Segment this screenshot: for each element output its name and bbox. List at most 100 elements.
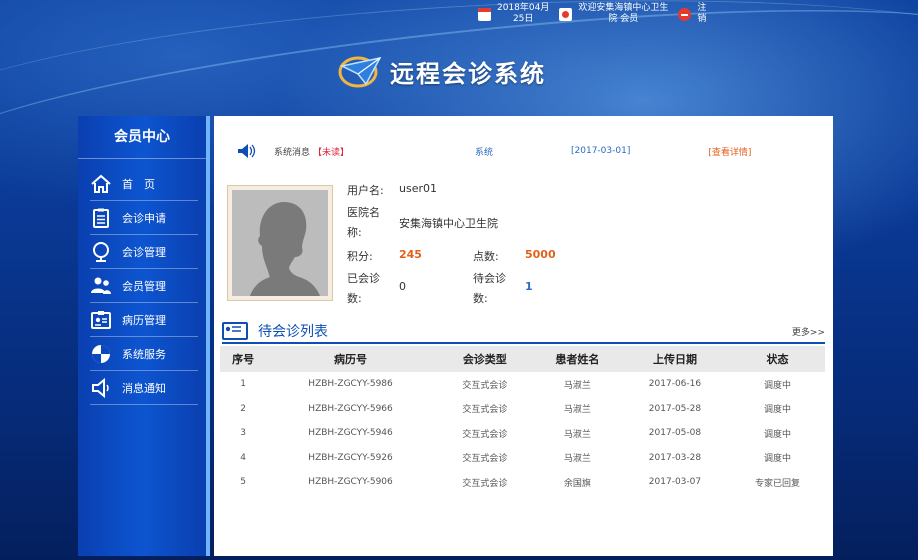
cell-index: 5: [240, 477, 246, 488]
cell-upload-date: 2017-05-08: [648, 428, 702, 439]
cell-consult-type: 交互式会诊: [462, 478, 508, 489]
table-row[interactable]: 3 HZBH-ZGCYY-5946 交互式会诊 马淑兰 2017-05-08 调…: [220, 421, 825, 446]
calendar-icon: [478, 7, 491, 21]
pending-label-2: 数:: [473, 292, 488, 305]
cell-status: 调度中: [763, 380, 791, 391]
cell-index: 1: [240, 379, 246, 390]
cell-upload-date: 2017-05-28: [648, 403, 702, 414]
message-type: 系统: [475, 147, 494, 158]
consulted-value: 0: [399, 280, 406, 293]
globe-icon: [90, 241, 112, 263]
cell-upload-date: 2017-03-28: [648, 452, 702, 463]
sidebar-item-consult-manage[interactable]: 会诊管理: [90, 235, 198, 269]
message-date: [2017-03-01]: [571, 146, 631, 156]
date-line-1: 2018年04月: [497, 3, 550, 13]
credits-value: 5000: [525, 248, 556, 261]
col-header-record-no: 病历号: [266, 346, 435, 372]
cell-upload-date: 2017-03-07: [648, 477, 702, 488]
speaker-icon: [90, 377, 112, 399]
sidebar-item-label: 系统服务: [122, 347, 166, 361]
unread-badge: 【未读】: [313, 147, 350, 158]
main-panel: 系统消息 【未读】 系统 [2017-03-01] [查看详情] 用户名: use…: [214, 116, 833, 556]
sidebar-item-notifications[interactable]: 消息通知: [90, 371, 198, 405]
message-label: 系统消息: [274, 147, 311, 158]
consulted-label-2: 数:: [347, 292, 362, 305]
cell-consult-type: 交互式会诊: [462, 405, 508, 416]
username-label: 用户名:: [347, 184, 384, 197]
users-icon: [90, 275, 112, 297]
logout-button[interactable]: 注 销: [678, 3, 706, 25]
welcome-line-1: 欢迎安集海镇中心卫生: [578, 3, 669, 13]
sidebar-item-label: 病历管理: [122, 313, 166, 327]
sidebar-item-records-manage[interactable]: 病历管理: [90, 303, 198, 337]
user-silhouette-icon: [250, 202, 320, 296]
app-title: 远程会诊系统: [390, 59, 546, 88]
top-bar: 2018年04月 25日 欢迎安集海镇中心卫生 院 会员 注 销: [478, 3, 716, 29]
cell-patient-name: 马淑兰: [563, 429, 591, 440]
sidebar-item-label: 消息通知: [122, 381, 166, 395]
sidebar-item-label: 首 页: [122, 177, 155, 191]
table-row[interactable]: 4 HZBH-ZGCYY-5926 交互式会诊 马淑兰 2017-03-28 调…: [220, 446, 825, 471]
sidebar-item-consult-apply[interactable]: 会诊申请: [90, 201, 198, 235]
points-value: 245: [399, 248, 422, 261]
avatar: [227, 185, 333, 301]
col-header-status: 状态: [729, 346, 825, 372]
hospital-value: 安集海镇中心卫生院: [399, 217, 498, 230]
col-header-consult-type: 会诊类型: [434, 346, 535, 372]
sidebar-item-system-service[interactable]: 系统服务: [90, 337, 198, 371]
cell-upload-date: 2017-06-16: [648, 379, 702, 390]
cell-index: 4: [240, 452, 246, 463]
table-row[interactable]: 5 HZBH-ZGCYY-5906 交互式会诊 余国旗 2017-03-07 专…: [220, 470, 825, 495]
cell-record-no: HZBH-ZGCYY-5926: [308, 452, 393, 463]
welcome-display: 欢迎安集海镇中心卫生 院 会员: [559, 3, 668, 25]
table-row[interactable]: 1 HZBH-ZGCYY-5986 交互式会诊 马淑兰 2017-06-16 调…: [220, 372, 825, 397]
list-icon: [222, 322, 248, 340]
view-detail-link[interactable]: [查看详情]: [708, 145, 751, 158]
cell-consult-type: 交互式会诊: [462, 380, 508, 391]
shield-icon: [90, 343, 112, 365]
logo-icon: [336, 52, 384, 90]
welcome-line-2: 院 会员: [608, 14, 639, 24]
cell-status: 专家已回复: [754, 478, 800, 489]
cell-index: 3: [240, 428, 246, 439]
pending-list-header: 待会诊列表 更多>>: [222, 320, 825, 344]
cell-consult-type: 交互式会诊: [462, 429, 508, 440]
system-message-bar: 系统消息 【未读】 系统 [2017-03-01] [查看详情]: [236, 140, 833, 162]
hospital-icon: [559, 7, 573, 21]
sidebar-item-label: 会员管理: [122, 279, 166, 293]
col-header-upload-date: 上传日期: [619, 346, 730, 372]
clipboard-icon: [90, 207, 112, 229]
pending-label-1: 待会诊: [473, 272, 506, 285]
cell-patient-name: 余国旗: [563, 478, 591, 489]
points-label: 积分:: [347, 250, 373, 263]
cell-status: 调度中: [763, 429, 791, 440]
cell-consult-type: 交互式会诊: [462, 454, 508, 465]
table-header-row: 序号 病历号 会诊类型 患者姓名 上传日期 状态: [220, 346, 825, 372]
logout-line-2[interactable]: 销: [697, 14, 706, 24]
sidebar: 会员中心 首 页 会诊申请 会诊管理 会员管理 病历管理 系统服务 消息通知: [78, 116, 210, 556]
hospital-label-1: 医院名: [347, 206, 380, 219]
cell-patient-name: 马淑兰: [563, 454, 591, 465]
more-link[interactable]: 更多>>: [792, 325, 825, 338]
col-header-patient-name: 患者姓名: [534, 346, 620, 372]
id-card-icon: [90, 309, 112, 331]
sidebar-item-member-manage[interactable]: 会员管理: [90, 269, 198, 303]
pending-value: 1: [525, 280, 533, 293]
pending-table: 序号 病历号 会诊类型 患者姓名 上传日期 状态 1 HZBH-ZGCYY-59…: [220, 346, 825, 495]
sidebar-item-home[interactable]: 首 页: [90, 167, 198, 201]
cell-record-no: HZBH-ZGCYY-5986: [308, 379, 393, 390]
cell-record-no: HZBH-ZGCYY-5906: [308, 477, 393, 488]
app-header: 远程会诊系统: [336, 52, 546, 90]
table-row[interactable]: 2 HZBH-ZGCYY-5966 交互式会诊 马淑兰 2017-05-28 调…: [220, 397, 825, 422]
logout-line-1[interactable]: 注: [697, 3, 706, 13]
sidebar-item-label: 会诊申请: [122, 211, 166, 225]
date-line-2: 25日: [512, 14, 534, 24]
sidebar-item-label: 会诊管理: [122, 245, 166, 259]
date-display: 2018年04月 25日: [478, 3, 549, 25]
col-header-index: 序号: [220, 346, 267, 372]
logout-icon[interactable]: [678, 7, 692, 21]
pending-list-title: 待会诊列表: [258, 324, 328, 340]
cell-patient-name: 马淑兰: [563, 405, 591, 416]
username-value: user01: [399, 182, 437, 195]
cell-status: 调度中: [763, 454, 791, 465]
